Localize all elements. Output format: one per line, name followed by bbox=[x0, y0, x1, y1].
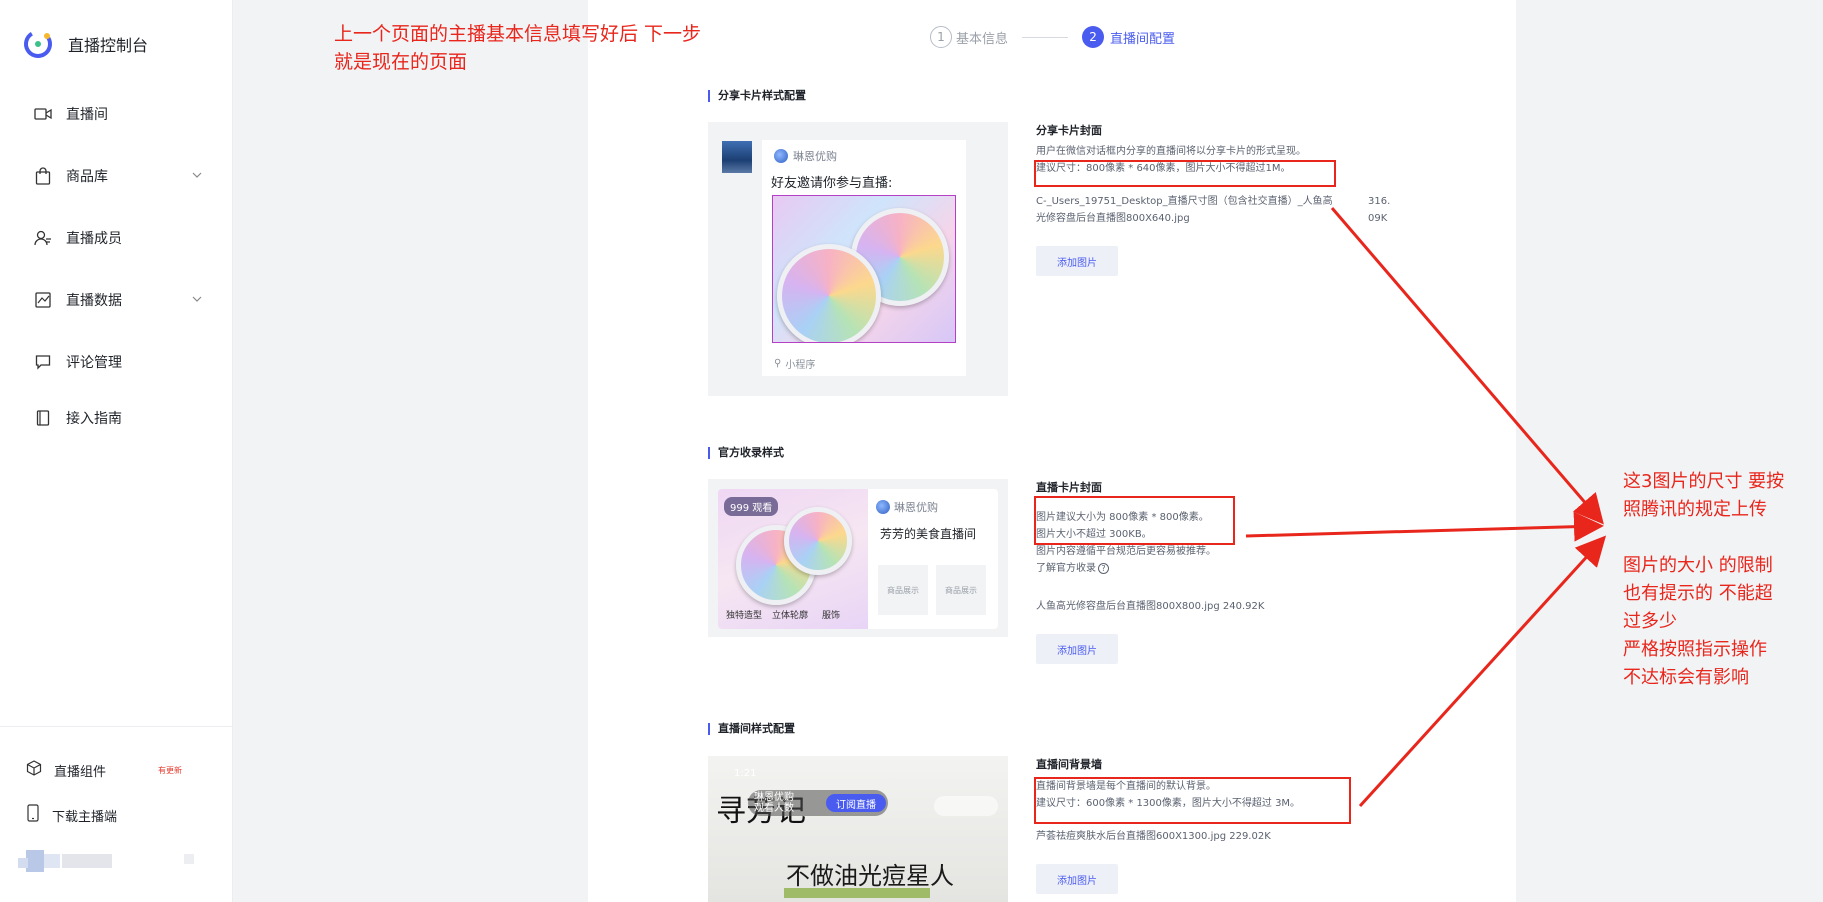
annotation-arrows bbox=[1245, 207, 1607, 808]
annotation-arrow bbox=[1245, 511, 1604, 542]
annotation-arrow bbox=[1330, 207, 1604, 525]
annotation-arrow bbox=[1358, 535, 1607, 808]
